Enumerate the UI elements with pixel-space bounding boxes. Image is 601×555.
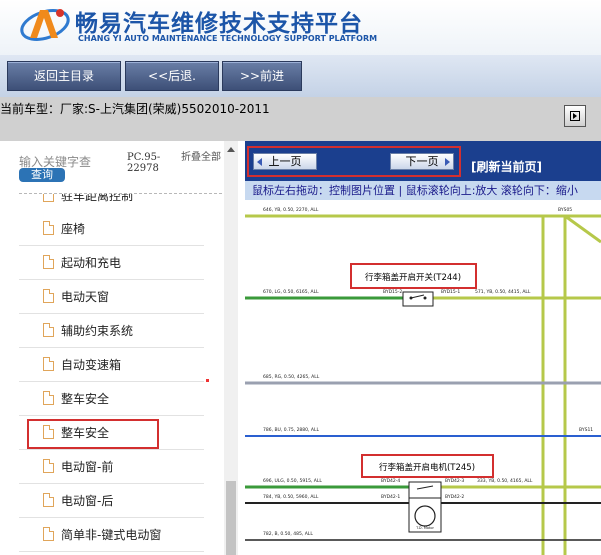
- list-item[interactable]: 电动窗-前: [19, 449, 204, 484]
- pc-tag: PC.95- 22978: [127, 152, 160, 174]
- document-icon: [43, 323, 54, 337]
- connector-label: BYD42-3: [445, 478, 464, 484]
- refresh-link[interactable]: [刷新当前页]: [471, 158, 542, 175]
- connector-label: BYD42-4: [381, 478, 400, 484]
- connector-label: BYD42-1: [381, 494, 400, 500]
- wire-label: 685, RG, 0.50, 4265, ALL: [263, 374, 320, 380]
- list-item[interactable]: 整车安全: [19, 381, 204, 416]
- wire-label: 571, YB, 0.50, 4415, ALL: [475, 289, 531, 295]
- document-icon: [43, 527, 54, 541]
- list-item[interactable]: 座椅: [19, 211, 204, 246]
- document-icon: [43, 391, 54, 405]
- selection-highlight: [27, 419, 159, 449]
- scroll-up-icon[interactable]: [227, 147, 235, 152]
- list-item-label: 电动窗-前: [61, 460, 114, 474]
- collapse-icon: [570, 111, 580, 121]
- list-item-label: 驻车距离控制: [61, 194, 134, 203]
- list-item-label: 辅助约束系统: [61, 324, 134, 338]
- document-icon: [43, 459, 54, 473]
- wire-label: 786, BU, 0.75, 2880, ALL: [263, 427, 319, 433]
- wire-label: 646, YB, 0.50, 2270, ALL: [263, 207, 319, 213]
- list-item[interactable]: 自动变速箱: [19, 347, 204, 382]
- back-button[interactable]: <<后退.: [125, 61, 219, 91]
- diagram-viewer: 上一页 下一页 [刷新当前页] 鼠标左右拖动：控制图片位置 | 鼠标滚轮向上:放…: [245, 141, 601, 555]
- document-icon: [43, 194, 54, 202]
- list-item-label: 座椅: [61, 222, 86, 236]
- switch-symbol: [408, 481, 442, 499]
- app-title: 畅易汽车维修技术支持平台: [75, 11, 363, 37]
- switch-symbol: [402, 291, 434, 307]
- document-icon: [43, 357, 54, 371]
- vehicle-value: 厂家:S-上汽集团(荣威)5502010-2011: [60, 102, 270, 116]
- list-item[interactable]: 电动天窗: [19, 279, 204, 314]
- list-item[interactable]: 驻车距离控制: [19, 194, 204, 204]
- list-item-label: 起动和充电: [61, 256, 122, 270]
- wire-label: 333, YB, 0.50, 4165, ALL: [477, 478, 533, 484]
- document-icon: [43, 289, 54, 303]
- list-item-label: 简单非-键式电动窗: [61, 528, 162, 542]
- vehicle-info-bar: 当前车型： 厂家:S-上汽集团(荣威)5502010-2011: [0, 97, 601, 141]
- viewer-header: 上一页 下一页 [刷新当前页]: [245, 141, 601, 181]
- scroll-thumb[interactable]: [226, 481, 236, 555]
- app-header: 畅易汽车维修技术支持平台 CHANG YI AUTO MAINTENANCE T…: [0, 0, 601, 55]
- vehicle-label: 当前车型：: [0, 102, 61, 116]
- label-t244-box: 行李箱盖开启开关(T244): [350, 263, 477, 289]
- marker-dot: [206, 379, 209, 382]
- label-t244: 行李箱盖开启开关(T244): [365, 272, 461, 283]
- connector-label: BYD42-2: [445, 494, 464, 500]
- wiring-diagram[interactable]: 646, YB, 0.50, 2270, ALL BYS05 行李箱盖开启开关(…: [245, 200, 601, 555]
- nav-highlight: [247, 146, 461, 177]
- list-item-label: 整车安全: [61, 392, 110, 406]
- list-item-label: 电动天窗: [61, 290, 110, 304]
- usage-hint: 鼠标左右拖动：控制图片位置 | 鼠标滚轮向上:放大 滚轮向下：缩小: [245, 181, 601, 200]
- list-item[interactable]: 起动和充电: [19, 245, 204, 280]
- document-icon: [43, 221, 54, 235]
- collapse-panel-button[interactable]: [564, 105, 586, 127]
- search-button[interactable]: 查询: [19, 168, 65, 182]
- motor-icon: [414, 505, 436, 527]
- motor-label: T.D. Motor: [415, 526, 434, 530]
- app-subtitle: CHANG YI AUTO MAINTENANCE TECHNOLOGY SUP…: [78, 34, 378, 43]
- wire-label: 696, ULG, 0.50, 5915, ALL: [263, 478, 322, 484]
- forward-button[interactable]: >>前进: [222, 61, 302, 91]
- list-item-label: 自动变速箱: [61, 358, 122, 372]
- connector-label: BYD15-1: [441, 289, 460, 295]
- document-icon: [43, 255, 54, 269]
- home-button[interactable]: 返回主目录: [7, 61, 121, 91]
- sidebar: 输入关键字查 查询 PC.95- 22978 折叠全部 驻车距离控制 座椅 起动…: [0, 141, 238, 555]
- list-item-label: 电动窗-后: [61, 494, 114, 508]
- label-t245-box: 行李箱盖开启电机(T245): [361, 454, 494, 478]
- list-item[interactable]: 电动窗-后: [19, 483, 204, 518]
- document-icon: [43, 493, 54, 507]
- list-item[interactable]: 辅助约束系统: [19, 313, 204, 348]
- wire-label: 784, YB, 0.50, 5960, ALL: [263, 494, 319, 500]
- wire-label: 670, LG, 0.50, 6165, ALL: [263, 289, 319, 295]
- label-t245: 行李箱盖开启电机(T245): [379, 462, 475, 473]
- wire-label: 782, B, 0.50, 485, ALL: [263, 531, 313, 537]
- pc-tag-line2: 22978: [127, 163, 159, 174]
- connector-label: BYD15-2: [383, 289, 402, 295]
- toolbar: 返回主目录 <<后退. >>前进: [0, 55, 601, 97]
- pc-tag-line1: PC.95-: [127, 152, 161, 163]
- list-item[interactable]: 简单非-键式电动窗: [19, 517, 204, 552]
- splice-label: BYS11: [579, 427, 593, 433]
- splice-label: BYS05: [558, 207, 572, 213]
- logo-icon: [20, 9, 70, 41]
- sidebar-scrollbar[interactable]: [224, 141, 238, 555]
- fold-all-link[interactable]: 折叠全部: [181, 152, 221, 163]
